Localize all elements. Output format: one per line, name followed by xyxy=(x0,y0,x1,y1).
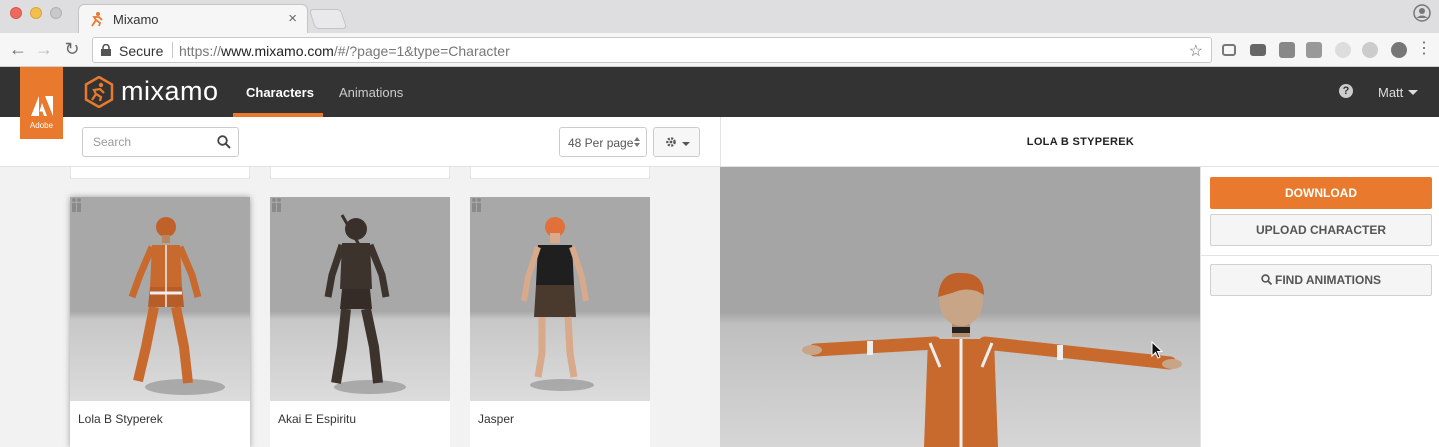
chevron-down-icon xyxy=(682,142,690,146)
tab-characters[interactable]: Characters xyxy=(233,67,323,117)
character-thumbnail xyxy=(70,197,250,401)
url-path: /#/?page=1&type=Character xyxy=(333,43,510,59)
lock-icon xyxy=(101,44,111,56)
character-name: Lola B Styperek xyxy=(78,412,163,426)
url-field[interactable]: Secure https://www.mixamo.com/#/?page=1&… xyxy=(92,37,1212,63)
cast-icon[interactable] xyxy=(1222,44,1236,56)
character-name: Akai E Espiritu xyxy=(278,412,357,426)
find-animations-label: FIND ANIMATIONS xyxy=(1275,273,1381,287)
character-figure-lola xyxy=(128,217,225,395)
character-card[interactable]: Akai E Espiritu xyxy=(270,197,450,447)
character-figure-jasper xyxy=(521,217,594,391)
upload-character-button[interactable]: UPLOAD CHARACTER xyxy=(1210,214,1432,246)
secure-label: Secure xyxy=(119,43,164,59)
fullscreen-window-button[interactable] xyxy=(50,7,62,19)
jb-extension-icon[interactable] xyxy=(1306,42,1322,58)
rig-people-icon xyxy=(472,198,481,212)
character-tpose-lola xyxy=(802,272,1182,447)
character-grid: Lola B Styperek Akai E Espiritu Jasper xyxy=(0,167,720,447)
url-text: https://www.mixamo.com/#/?page=1&type=Ch… xyxy=(179,43,510,59)
bookmark-star-icon[interactable]: ☆ xyxy=(1189,41,1203,61)
tab-title: Mixamo xyxy=(113,12,159,27)
rig-people-icon xyxy=(72,198,81,212)
search-box[interactable] xyxy=(82,127,239,157)
adobe-a-icon xyxy=(31,96,53,116)
rig-people-icon xyxy=(272,198,281,212)
circle-extension-icon[interactable] xyxy=(1335,42,1351,58)
character-figure-akai xyxy=(324,214,406,394)
search-icon[interactable] xyxy=(217,135,231,149)
search-input[interactable] xyxy=(84,129,209,155)
tab-characters-label: Characters xyxy=(246,85,314,100)
character-thumbnail xyxy=(270,197,450,401)
card-row-above xyxy=(70,167,250,179)
browser-address-bar: ← → ↻ Secure https://www.mixamo.com/#/?p… xyxy=(0,33,1439,67)
php-extension-icon[interactable] xyxy=(1279,42,1295,58)
search-icon xyxy=(1261,274,1272,286)
brand-name[interactable]: mixamo xyxy=(121,76,219,107)
3d-viewport[interactable] xyxy=(720,167,1200,447)
card-row-above xyxy=(470,167,650,179)
browser-tab-strip: Mixamo × xyxy=(0,0,1439,33)
profile-icon[interactable] xyxy=(1413,4,1431,22)
actions-divider xyxy=(1201,255,1439,256)
gear-extension-icon[interactable] xyxy=(1391,42,1407,58)
character-thumbnail xyxy=(470,197,650,401)
selected-character-title: LOLA B STYPEREK xyxy=(1026,136,1135,148)
select-arrows-icon xyxy=(634,137,640,147)
settings-dropdown-button[interactable] xyxy=(653,127,700,157)
card-row-above xyxy=(270,167,450,179)
actions-panel: DOWNLOAD UPLOAD CHARACTER FIND ANIMATION… xyxy=(1200,167,1439,447)
find-animations-button[interactable]: FIND ANIMATIONS xyxy=(1210,264,1432,296)
back-arrow-icon[interactable]: ← xyxy=(8,39,28,59)
per-page-select[interactable]: 48 Per page xyxy=(559,127,647,157)
tab-close-icon[interactable]: × xyxy=(288,10,297,27)
cloud-extension-icon[interactable] xyxy=(1362,42,1378,58)
user-menu[interactable]: Matt xyxy=(1378,85,1403,100)
help-icon[interactable]: ? xyxy=(1339,84,1353,98)
character-name: Jasper xyxy=(478,412,515,426)
reload-icon[interactable]: ↻ xyxy=(62,39,82,59)
gear-icon xyxy=(666,137,676,147)
new-tab-button[interactable] xyxy=(308,9,348,29)
url-prefix: https:// xyxy=(179,43,222,59)
character-card[interactable]: Jasper xyxy=(470,197,650,447)
close-window-button[interactable] xyxy=(10,7,22,19)
url-host: www.mixamo.com xyxy=(221,43,334,59)
forward-arrow-icon[interactable]: → xyxy=(34,39,54,59)
adobe-logo[interactable]: Adobe xyxy=(20,67,63,139)
browser-menu-icon[interactable]: ⋮ xyxy=(1414,39,1434,59)
character-card[interactable]: Lola B Styperek xyxy=(70,197,250,447)
tab-animations[interactable]: Animations xyxy=(339,85,403,100)
chevron-down-icon[interactable] xyxy=(1408,90,1418,95)
viewer-header: LOLA B STYPEREK xyxy=(720,117,1439,167)
mixamo-favicon-icon xyxy=(91,12,103,27)
extension-window-icon[interactable] xyxy=(1250,44,1266,56)
mixamo-logo-icon[interactable] xyxy=(83,76,115,108)
per-page-value: 48 Per page xyxy=(568,136,634,150)
download-button[interactable]: DOWNLOAD xyxy=(1210,177,1432,209)
mouse-cursor-icon xyxy=(1151,341,1163,359)
minimize-window-button[interactable] xyxy=(30,7,42,19)
url-separator xyxy=(172,42,173,58)
browser-tab[interactable]: Mixamo × xyxy=(78,4,308,33)
adobe-label: Adobe xyxy=(29,121,54,130)
